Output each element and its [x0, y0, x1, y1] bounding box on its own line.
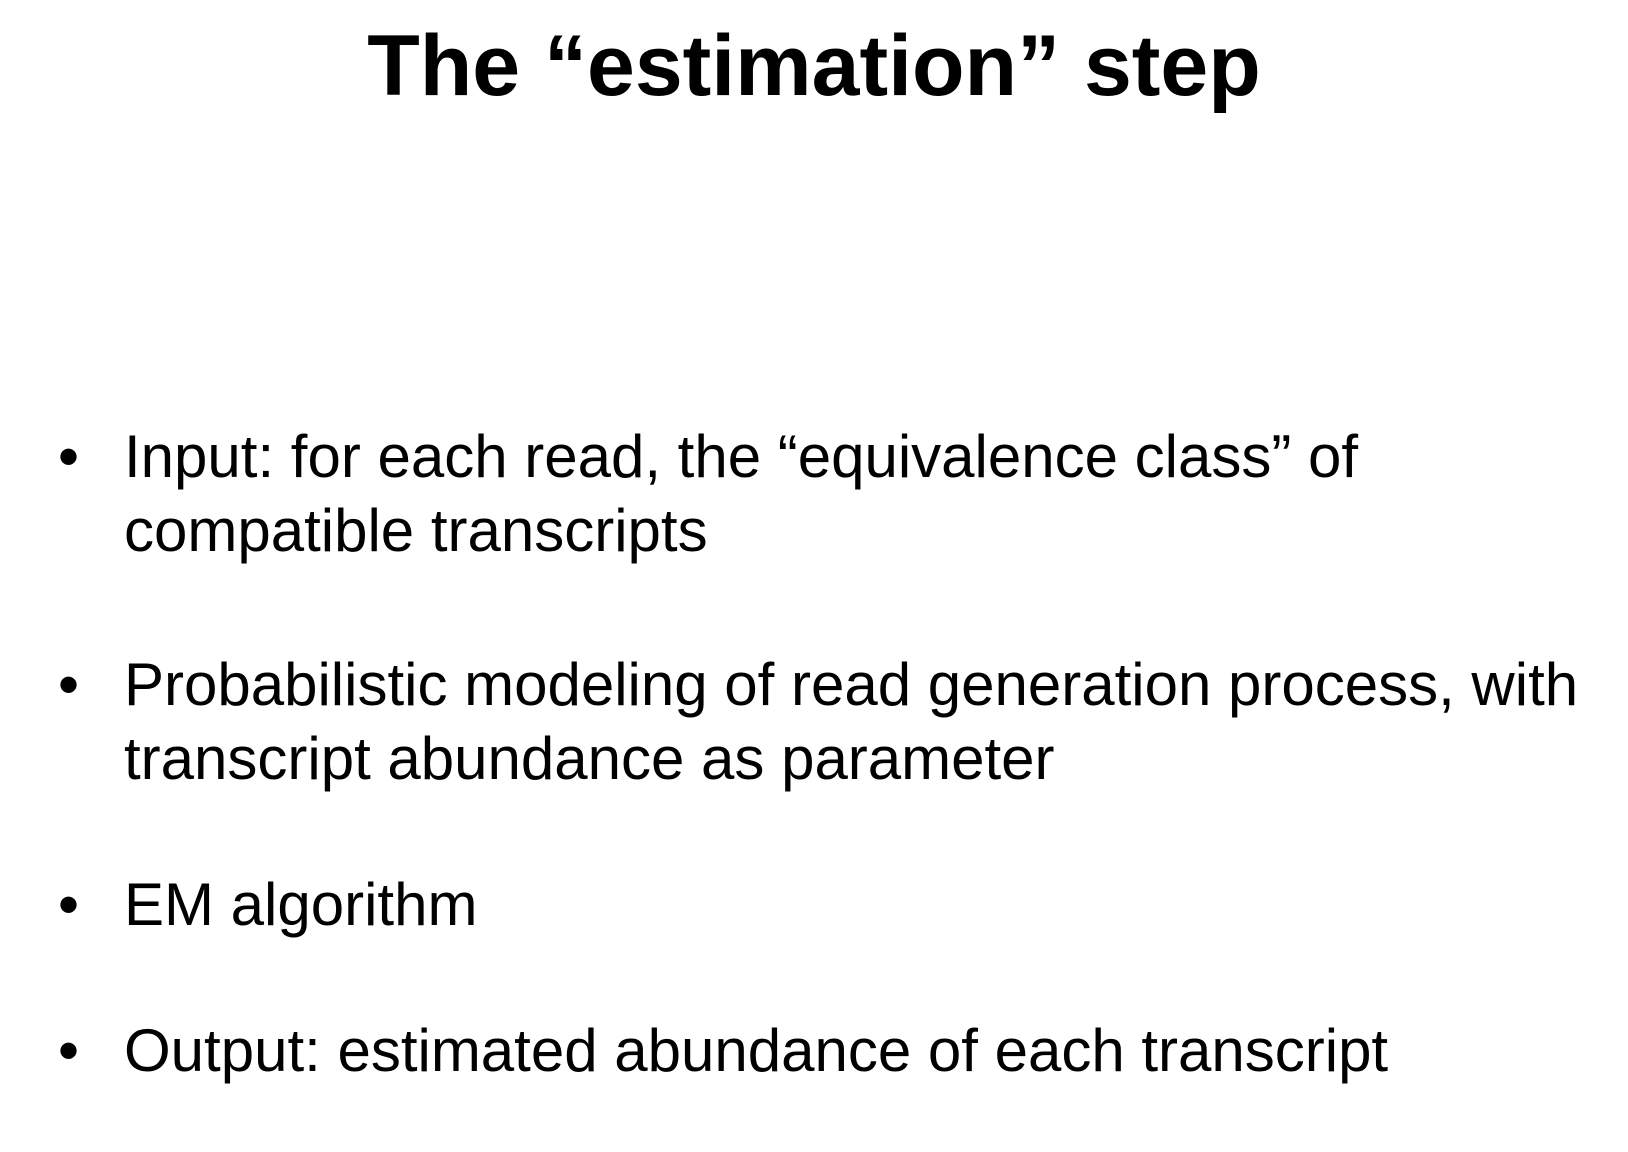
bullet-icon: • — [58, 423, 80, 490]
bullet-text: Input: for each read, the “equivalence c… — [124, 423, 1359, 564]
bullet-icon: • — [58, 871, 80, 938]
bullet-text: Probabilistic modeling of read generatio… — [124, 651, 1579, 792]
bullet-icon: • — [58, 1017, 80, 1084]
bullet-item-modeling: • Probabilistic modeling of read generat… — [58, 648, 1598, 796]
bullet-text: Output: estimated abundance of each tran… — [124, 1017, 1389, 1084]
bullet-icon: • — [58, 651, 80, 718]
bullet-item-output: • Output: estimated abundance of each tr… — [58, 1014, 1598, 1088]
bullet-list: • Input: for each read, the “equivalence… — [58, 420, 1598, 1088]
bullet-item-input: • Input: for each read, the “equivalence… — [58, 420, 1598, 568]
bullet-item-em: • EM algorithm — [58, 868, 1598, 942]
slide: The “estimation” step • Input: for each … — [0, 0, 1628, 1152]
bullet-text: EM algorithm — [124, 871, 478, 938]
slide-title: The “estimation” step — [367, 18, 1261, 114]
